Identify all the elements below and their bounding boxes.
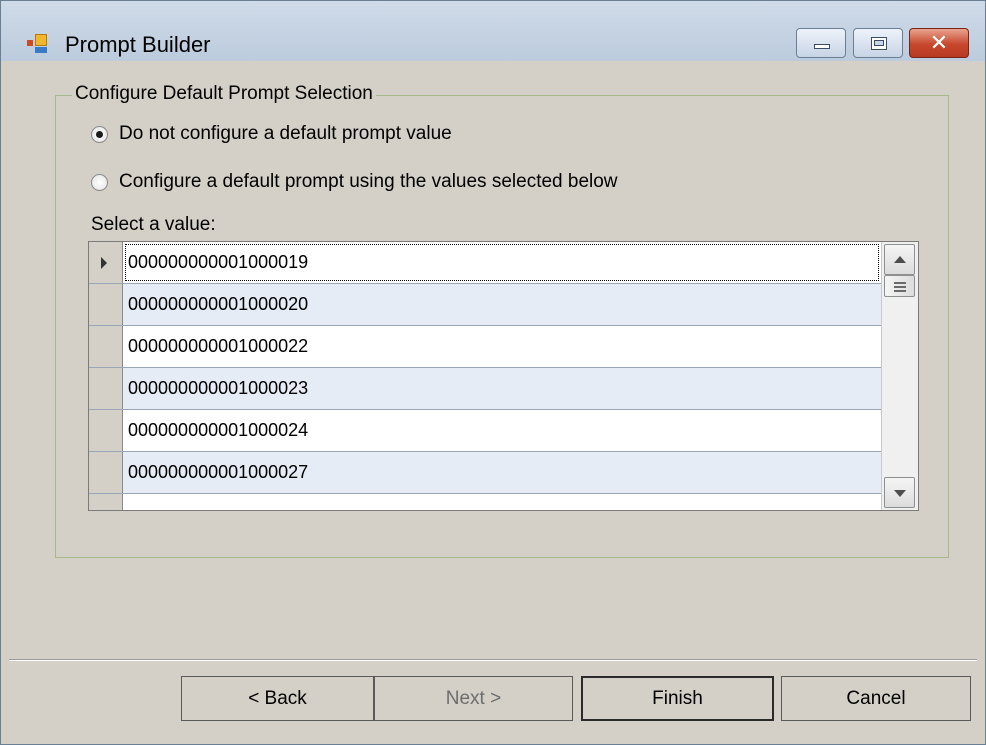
radio-do-not-configure-label[interactable]: Do not configure a default prompt value bbox=[119, 123, 452, 145]
finish-button[interactable]: Finish bbox=[581, 676, 774, 721]
scroll-down-button[interactable] bbox=[884, 477, 915, 508]
next-button[interactable]: Next > bbox=[374, 676, 573, 721]
minimize-button[interactable] bbox=[796, 28, 846, 58]
minimize-icon bbox=[814, 44, 830, 49]
cancel-button[interactable]: Cancel bbox=[781, 676, 971, 721]
table-row[interactable]: 000000000001000019 bbox=[89, 242, 881, 284]
radio-configure-default-label[interactable]: Configure a default prompt using the val… bbox=[119, 171, 618, 193]
row-header[interactable] bbox=[89, 368, 123, 409]
grid-cell[interactable]: 000000000001000020 bbox=[123, 284, 881, 325]
radio-configure-default-circle[interactable] bbox=[91, 173, 108, 191]
groupbox-legend: Configure Default Prompt Selection bbox=[72, 83, 376, 105]
row-header[interactable] bbox=[89, 242, 123, 283]
grid-cell[interactable]: 000000000001000027 bbox=[123, 452, 881, 493]
row-header[interactable] bbox=[89, 410, 123, 451]
grid-cell[interactable]: 000000000001000023 bbox=[123, 368, 881, 409]
prompt-builder-window: Prompt Builder ✕ Configure Default Promp… bbox=[0, 0, 986, 745]
close-icon: ✕ bbox=[929, 30, 949, 55]
app-icon bbox=[27, 34, 47, 54]
radio-do-not-configure-circle[interactable] bbox=[91, 125, 108, 143]
row-header[interactable] bbox=[89, 452, 123, 493]
table-row[interactable]: 000000000001000023 bbox=[89, 368, 881, 410]
row-header[interactable] bbox=[89, 326, 123, 367]
grid-cell[interactable] bbox=[123, 494, 881, 510]
radio-configure-default[interactable]: Configure a default prompt using the val… bbox=[91, 171, 618, 193]
radio-do-not-configure[interactable]: Do not configure a default prompt value bbox=[91, 123, 452, 145]
back-button[interactable]: < Back bbox=[181, 676, 374, 721]
select-value-label: Select a value: bbox=[91, 214, 216, 235]
row-header[interactable] bbox=[89, 284, 123, 325]
current-row-arrow-icon bbox=[101, 257, 107, 269]
row-header[interactable] bbox=[89, 494, 123, 510]
table-row[interactable]: 000000000001000024 bbox=[89, 410, 881, 452]
scroll-up-button[interactable] bbox=[884, 244, 915, 275]
dialog-client-area: Configure Default Prompt Selection Do no… bbox=[9, 61, 977, 738]
values-grid[interactable]: 000000000001000019 000000000001000020 00… bbox=[88, 241, 919, 511]
maximize-icon bbox=[871, 37, 887, 50]
button-separator bbox=[9, 659, 977, 661]
table-row[interactable] bbox=[89, 494, 881, 510]
close-button[interactable]: ✕ bbox=[909, 28, 969, 58]
table-row[interactable]: 000000000001000027 bbox=[89, 452, 881, 494]
scroll-thumb[interactable] bbox=[884, 275, 915, 297]
grid-cell[interactable]: 000000000001000024 bbox=[123, 410, 881, 451]
table-row[interactable]: 000000000001000020 bbox=[89, 284, 881, 326]
grid-rows: 000000000001000019 000000000001000020 00… bbox=[89, 242, 881, 510]
grid-cell[interactable]: 000000000001000019 bbox=[123, 242, 881, 283]
window-title: Prompt Builder bbox=[65, 32, 211, 57]
grid-cell[interactable]: 000000000001000022 bbox=[123, 326, 881, 367]
vertical-scrollbar[interactable] bbox=[881, 242, 918, 510]
title-bar[interactable]: Prompt Builder ✕ bbox=[1, 1, 985, 61]
table-row[interactable]: 000000000001000022 bbox=[89, 326, 881, 368]
maximize-button[interactable] bbox=[853, 28, 903, 58]
